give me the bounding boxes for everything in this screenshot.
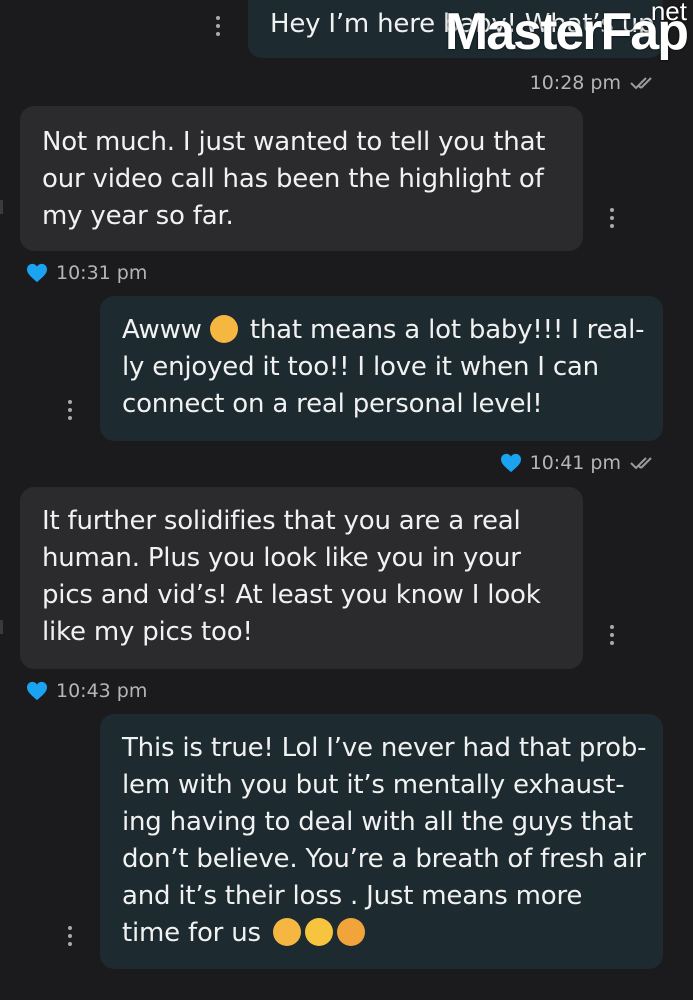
message-line: like my pics too! — [42, 617, 253, 647]
message-time: 10:31 pm — [56, 262, 148, 284]
double-check-icon — [630, 77, 652, 90]
message-line: and it’s their loss . Just means more — [122, 881, 583, 911]
message-options-icon[interactable] — [610, 625, 616, 645]
message-line: This is true! Lol I’ve never had that pr… — [122, 733, 647, 763]
message-line: Not much. I just wanted to tell you that — [42, 127, 546, 157]
message-text: Awww — [122, 315, 202, 345]
message-time: 10:28 pm — [529, 72, 621, 94]
message-line: our video call has been the highlight of — [42, 164, 544, 194]
message-line: connect on a real personal level! — [122, 389, 543, 419]
message-meta: 10:41 pm — [500, 452, 661, 474]
message-options-icon[interactable] — [68, 400, 74, 420]
received-message[interactable]: It further solidifies that you are a rea… — [20, 487, 583, 669]
message-time: 10:41 pm — [529, 452, 621, 474]
heart-eyes-cat-icon — [336, 918, 365, 946]
message-meta: 10:28 pm — [530, 72, 661, 94]
message-line: ing having to deal with all the guys tha… — [122, 807, 633, 837]
message-line: lem with you but it’s mentally exhaust- — [122, 770, 625, 800]
smiling-face-with-hearts-icon — [209, 315, 238, 343]
watermark-logo: MasterFap net — [444, 0, 689, 61]
message-text: that means a lot baby!!! I real- — [249, 315, 645, 345]
message-options-icon[interactable] — [610, 208, 616, 228]
message-line: my year so far. — [42, 201, 234, 231]
sent-message[interactable]: Awww that means a lot baby!!! I real- ly… — [100, 296, 663, 441]
message-text: time for us — [122, 918, 261, 948]
message-meta: 10:31 pm — [26, 262, 147, 284]
message-line: It further solidifies that you are a rea… — [42, 506, 521, 536]
message-options-icon[interactable] — [68, 926, 74, 946]
sent-message[interactable]: This is true! Lol I’ve never had that pr… — [100, 714, 663, 969]
message-line: human. Plus you look like you in your — [42, 543, 521, 573]
message-time: 10:43 pm — [56, 680, 148, 702]
heart-icon[interactable] — [500, 453, 522, 473]
message-line: ly enjoyed it too!! I love it when I can — [122, 352, 599, 382]
smiling-face-with-smiling-eyes-icon — [304, 918, 333, 946]
received-message[interactable]: Not much. I just wanted to tell you that… — [20, 106, 583, 251]
message-options-icon[interactable] — [216, 16, 222, 36]
heart-icon[interactable] — [26, 263, 48, 283]
message-line: don’t believe. You’re a breath of fresh … — [122, 844, 646, 874]
smiling-face-icon — [272, 918, 301, 946]
message-meta: 10:43 pm — [26, 680, 147, 702]
heart-icon[interactable] — [26, 681, 48, 701]
double-check-icon — [630, 457, 652, 470]
message-line: pics and vid’s! At least you know I look — [42, 580, 541, 610]
